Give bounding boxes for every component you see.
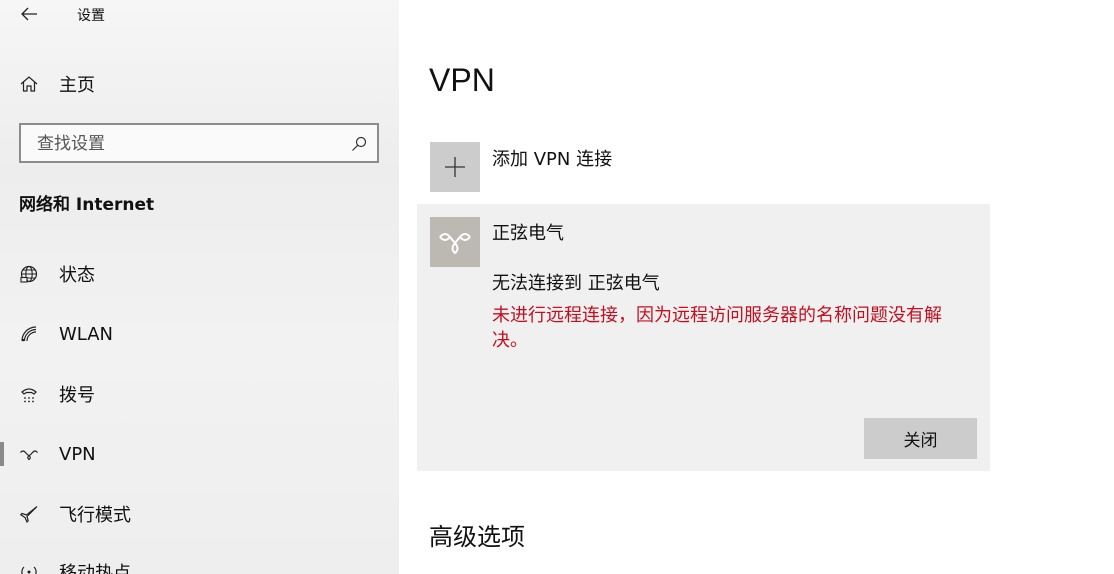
add-vpn-button[interactable]: 添加 VPN 连接: [430, 142, 990, 192]
sidebar-item-wlan[interactable]: WLAN: [0, 314, 399, 354]
globe-icon: [19, 264, 39, 284]
sidebar-item-label: 拨号: [59, 385, 95, 406]
selection-indicator: [0, 442, 4, 466]
sidebar-item-label: VPN: [59, 443, 96, 465]
sidebar-item-home[interactable]: 主页: [0, 64, 399, 104]
search-box: [19, 123, 379, 163]
vpn-connection-status: 无法连接到 正弦电气: [492, 273, 660, 294]
back-arrow-icon: [21, 7, 37, 21]
airplane-icon: [19, 504, 39, 524]
sidebar-item-label: 主页: [59, 75, 95, 96]
search-icon[interactable]: [350, 135, 368, 153]
vpn-connection-icon: [430, 217, 480, 267]
dialup-icon: [19, 384, 39, 404]
hotspot-icon: [19, 562, 39, 574]
vpn-icon: [19, 444, 39, 464]
sidebar-item-hotspot[interactable]: 移动热点: [0, 552, 399, 574]
close-button[interactable]: 关闭: [864, 418, 977, 459]
page-title: VPN: [429, 62, 495, 98]
sidebar: 设置 主页 网络和 Internet 状态: [0, 0, 399, 574]
sidebar-item-label: 移动热点: [59, 563, 131, 574]
sidebar-item-label: WLAN: [59, 323, 114, 345]
search-input[interactable]: [35, 131, 339, 157]
sidebar-item-label: 状态: [59, 265, 95, 286]
vpn-connection-name: 正弦电气: [492, 223, 564, 244]
wifi-icon: [19, 324, 39, 344]
sidebar-item-label: 飞行模式: [59, 505, 131, 526]
home-icon: [19, 74, 39, 94]
sidebar-item-vpn[interactable]: VPN: [0, 434, 399, 474]
sidebar-item-status[interactable]: 状态: [0, 254, 399, 294]
title-bar: 设置: [0, 0, 399, 30]
app-title: 设置: [77, 8, 105, 24]
advanced-options-heading: 高级选项: [429, 523, 525, 551]
main-content: VPN 添加 VPN 连接 正弦电气 无法连接到 正弦电气 未进行远程连接，因为…: [399, 0, 1114, 574]
sidebar-item-dialup[interactable]: 拨号: [0, 374, 399, 414]
plus-icon: [430, 142, 480, 192]
vpn-connection-card[interactable]: 正弦电气 无法连接到 正弦电气 未进行远程连接，因为远程访问服务器的名称问题没有…: [417, 204, 990, 471]
vpn-error-message: 未进行远程连接，因为远程访问服务器的名称问题没有解决。: [492, 305, 942, 351]
section-title: 网络和 Internet: [19, 195, 155, 215]
back-button[interactable]: [14, 2, 44, 26]
sidebar-item-airplane-mode[interactable]: 飞行模式: [0, 494, 399, 534]
add-vpn-label: 添加 VPN 连接: [492, 149, 613, 170]
